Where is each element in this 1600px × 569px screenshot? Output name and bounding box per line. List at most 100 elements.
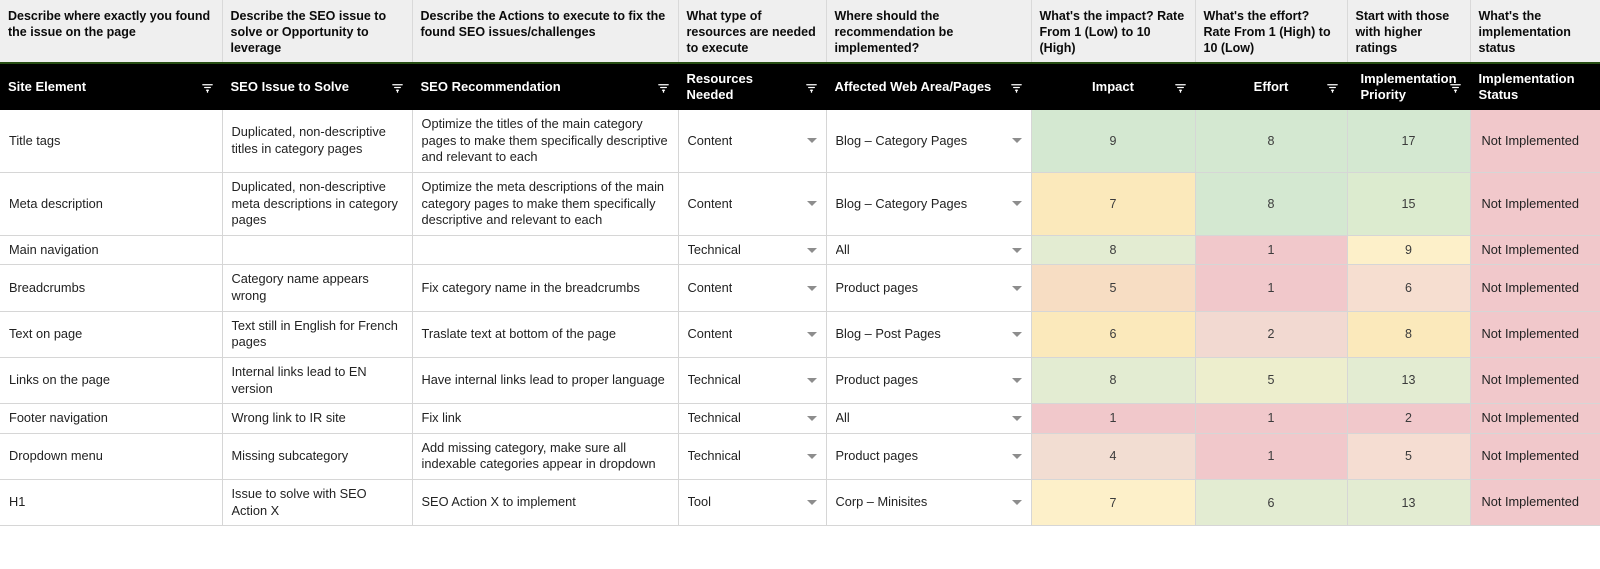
cell-resources-needed[interactable]: Content bbox=[678, 265, 826, 311]
cell-seo-recommendation[interactable]: Optimize the meta descriptions of the ma… bbox=[412, 172, 678, 235]
cell-resources-needed[interactable]: Content bbox=[678, 110, 826, 172]
cell-implementation-priority[interactable]: 15 bbox=[1347, 172, 1470, 235]
cell-site-element[interactable]: Breadcrumbs bbox=[0, 265, 222, 311]
cell-effort[interactable]: 1 bbox=[1195, 265, 1347, 311]
filter-icon[interactable] bbox=[1004, 81, 1023, 94]
column-header-3[interactable]: Resources Needed bbox=[678, 63, 826, 110]
cell-impact[interactable]: 7 bbox=[1031, 480, 1195, 526]
cell-implementation-status[interactable]: Not Implemented bbox=[1470, 433, 1600, 479]
cell-implementation-status[interactable]: Not Implemented bbox=[1470, 172, 1600, 235]
cell-affected-web-area[interactable]: Blog – Category Pages bbox=[826, 110, 1031, 172]
cell-seo-issue[interactable]: Internal links lead to EN version bbox=[222, 357, 412, 403]
chevron-down-icon[interactable] bbox=[807, 454, 817, 459]
chevron-down-icon[interactable] bbox=[1012, 138, 1022, 143]
filter-icon[interactable] bbox=[651, 81, 670, 94]
chevron-down-icon[interactable] bbox=[1012, 378, 1022, 383]
column-header-5[interactable]: Impact bbox=[1031, 63, 1195, 110]
cell-affected-web-area[interactable]: Product pages bbox=[826, 433, 1031, 479]
chevron-down-icon[interactable] bbox=[807, 378, 817, 383]
chevron-down-icon[interactable] bbox=[807, 416, 817, 421]
cell-impact[interactable]: 4 bbox=[1031, 433, 1195, 479]
cell-site-element[interactable]: H1 bbox=[0, 480, 222, 526]
column-header-7[interactable]: Implementation Priority bbox=[1347, 63, 1470, 110]
cell-seo-issue[interactable]: Duplicated, non-descriptive titles in ca… bbox=[222, 110, 412, 172]
filter-icon[interactable] bbox=[1443, 81, 1462, 94]
column-header-0[interactable]: Site Element bbox=[0, 63, 222, 110]
filter-icon[interactable] bbox=[195, 81, 214, 94]
cell-effort[interactable]: 6 bbox=[1195, 480, 1347, 526]
chevron-down-icon[interactable] bbox=[1012, 416, 1022, 421]
cell-seo-issue[interactable]: Issue to solve with SEO Action X bbox=[222, 480, 412, 526]
cell-site-element[interactable]: Links on the page bbox=[0, 357, 222, 403]
cell-seo-recommendation[interactable]: SEO Action X to implement bbox=[412, 480, 678, 526]
cell-resources-needed[interactable]: Technical bbox=[678, 357, 826, 403]
cell-implementation-priority[interactable]: 13 bbox=[1347, 480, 1470, 526]
chevron-down-icon[interactable] bbox=[1012, 454, 1022, 459]
cell-site-element[interactable]: Text on page bbox=[0, 311, 222, 357]
cell-seo-issue[interactable]: Wrong link to IR site bbox=[222, 404, 412, 434]
chevron-down-icon[interactable] bbox=[807, 332, 817, 337]
cell-seo-recommendation[interactable]: Traslate text at bottom of the page bbox=[412, 311, 678, 357]
cell-implementation-priority[interactable]: 2 bbox=[1347, 404, 1470, 434]
chevron-down-icon[interactable] bbox=[807, 248, 817, 253]
cell-implementation-priority[interactable]: 9 bbox=[1347, 235, 1470, 265]
cell-site-element[interactable]: Main navigation bbox=[0, 235, 222, 265]
cell-affected-web-area[interactable]: Product pages bbox=[826, 357, 1031, 403]
cell-effort[interactable]: 2 bbox=[1195, 311, 1347, 357]
column-header-1[interactable]: SEO Issue to Solve bbox=[222, 63, 412, 110]
cell-site-element[interactable]: Title tags bbox=[0, 110, 222, 172]
chevron-down-icon[interactable] bbox=[807, 500, 817, 505]
column-header-2[interactable]: SEO Recommendation bbox=[412, 63, 678, 110]
cell-seo-recommendation[interactable]: Add missing category, make sure all inde… bbox=[412, 433, 678, 479]
cell-effort[interactable]: 8 bbox=[1195, 110, 1347, 172]
column-header-6[interactable]: Effort bbox=[1195, 63, 1347, 110]
cell-implementation-status[interactable]: Not Implemented bbox=[1470, 480, 1600, 526]
cell-effort[interactable]: 1 bbox=[1195, 404, 1347, 434]
cell-seo-issue[interactable]: Duplicated, non-descriptive meta descrip… bbox=[222, 172, 412, 235]
cell-site-element[interactable]: Footer navigation bbox=[0, 404, 222, 434]
cell-seo-issue[interactable] bbox=[222, 235, 412, 265]
cell-impact[interactable]: 1 bbox=[1031, 404, 1195, 434]
cell-implementation-status[interactable]: Not Implemented bbox=[1470, 357, 1600, 403]
cell-implementation-priority[interactable]: 13 bbox=[1347, 357, 1470, 403]
cell-seo-recommendation[interactable]: Fix category name in the breadcrumbs bbox=[412, 265, 678, 311]
filter-icon[interactable] bbox=[799, 81, 818, 94]
chevron-down-icon[interactable] bbox=[807, 138, 817, 143]
cell-seo-issue[interactable]: Missing subcategory bbox=[222, 433, 412, 479]
cell-implementation-status[interactable]: Not Implemented bbox=[1470, 404, 1600, 434]
cell-resources-needed[interactable]: Content bbox=[678, 172, 826, 235]
cell-implementation-priority[interactable]: 6 bbox=[1347, 265, 1470, 311]
cell-seo-recommendation[interactable]: Have internal links lead to proper langu… bbox=[412, 357, 678, 403]
filter-icon[interactable] bbox=[1320, 81, 1339, 94]
cell-seo-recommendation[interactable]: Optimize the titles of the main category… bbox=[412, 110, 678, 172]
cell-affected-web-area[interactable]: All bbox=[826, 235, 1031, 265]
chevron-down-icon[interactable] bbox=[1012, 332, 1022, 337]
chevron-down-icon[interactable] bbox=[1012, 201, 1022, 206]
cell-implementation-priority[interactable]: 5 bbox=[1347, 433, 1470, 479]
cell-affected-web-area[interactable]: Blog – Category Pages bbox=[826, 172, 1031, 235]
cell-resources-needed[interactable]: Technical bbox=[678, 235, 826, 265]
cell-implementation-priority[interactable]: 17 bbox=[1347, 110, 1470, 172]
cell-implementation-status[interactable]: Not Implemented bbox=[1470, 311, 1600, 357]
filter-icon[interactable] bbox=[1168, 81, 1187, 94]
filter-icon[interactable] bbox=[385, 81, 404, 94]
cell-impact[interactable]: 8 bbox=[1031, 357, 1195, 403]
cell-effort[interactable]: 5 bbox=[1195, 357, 1347, 403]
chevron-down-icon[interactable] bbox=[1012, 500, 1022, 505]
cell-impact[interactable]: 9 bbox=[1031, 110, 1195, 172]
cell-seo-issue[interactable]: Text still in English for French pages bbox=[222, 311, 412, 357]
column-header-4[interactable]: Affected Web Area/Pages bbox=[826, 63, 1031, 110]
cell-implementation-status[interactable]: Not Implemented bbox=[1470, 265, 1600, 311]
cell-implementation-status[interactable]: Not Implemented bbox=[1470, 110, 1600, 172]
cell-resources-needed[interactable]: Technical bbox=[678, 404, 826, 434]
chevron-down-icon[interactable] bbox=[807, 286, 817, 291]
cell-impact[interactable]: 5 bbox=[1031, 265, 1195, 311]
cell-seo-recommendation[interactable]: Fix link bbox=[412, 404, 678, 434]
cell-effort[interactable]: 1 bbox=[1195, 433, 1347, 479]
cell-impact[interactable]: 8 bbox=[1031, 235, 1195, 265]
cell-resources-needed[interactable]: Content bbox=[678, 311, 826, 357]
cell-site-element[interactable]: Meta description bbox=[0, 172, 222, 235]
cell-effort[interactable]: 8 bbox=[1195, 172, 1347, 235]
cell-implementation-priority[interactable]: 8 bbox=[1347, 311, 1470, 357]
cell-seo-recommendation[interactable] bbox=[412, 235, 678, 265]
